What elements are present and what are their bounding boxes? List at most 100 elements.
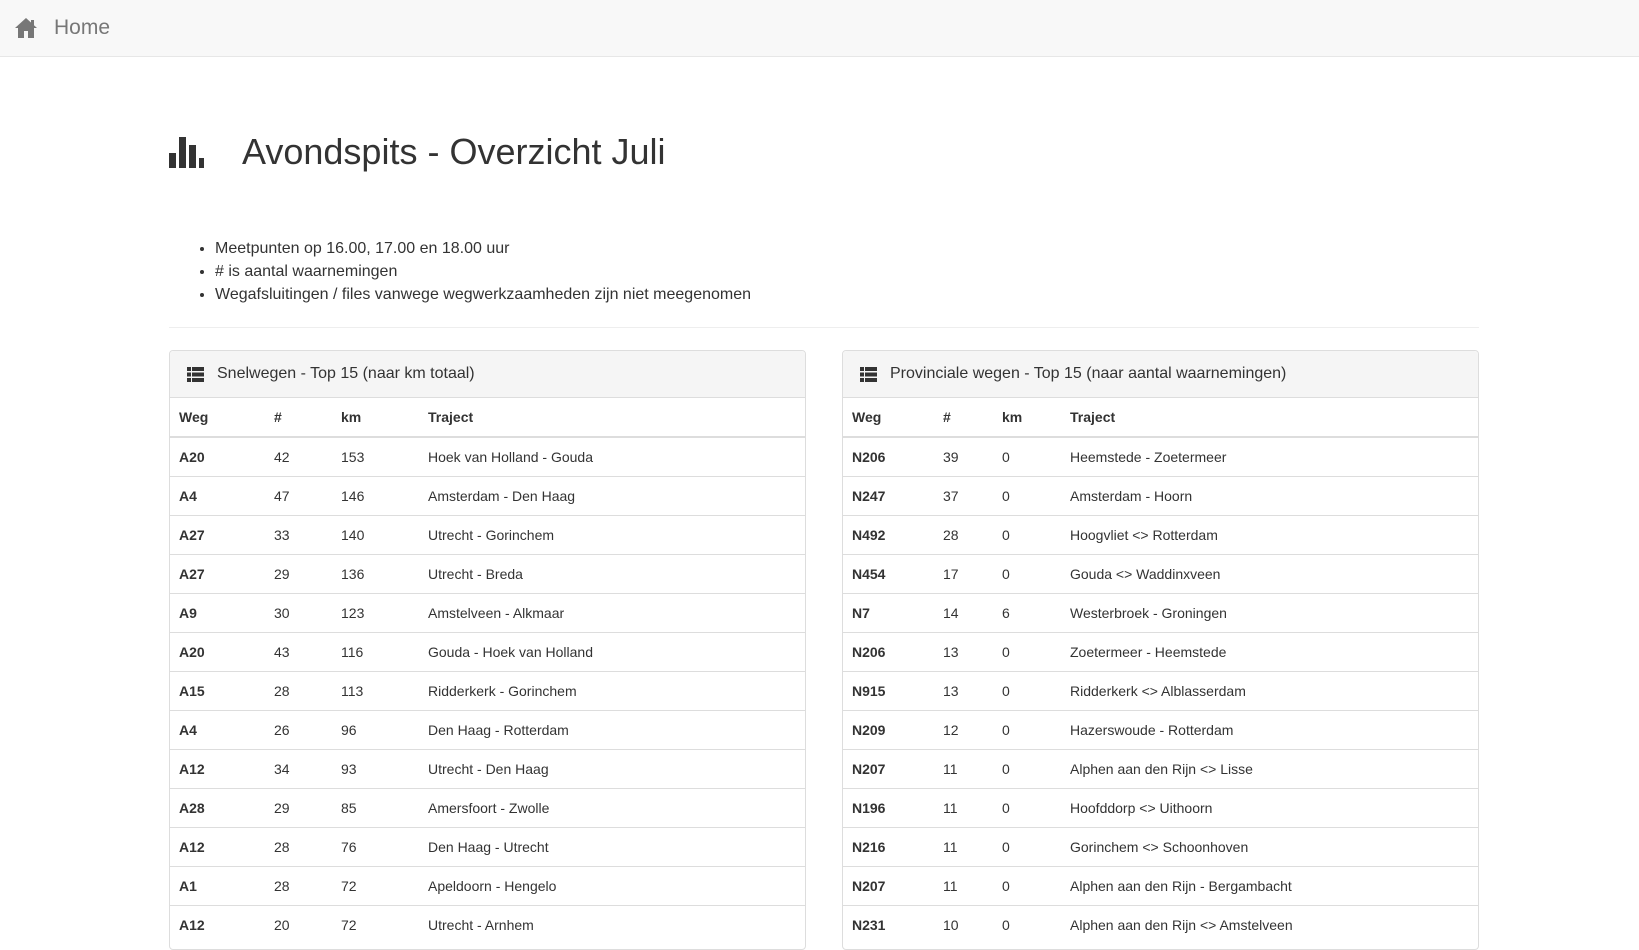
bar-chart-icon [169,135,204,170]
cell-km: 0 [993,866,1061,906]
cell-weg: A15 [170,671,265,711]
cell-km: 85 [332,788,419,828]
provinciale-table: Weg # km Traject N206 39 0 Heemstede - Zoet… [843,398,1478,944]
cell-count: 37 [934,476,993,516]
cell-count: 28 [934,515,993,555]
cell-traject: Utrecht - Breda [419,554,805,594]
cell-km: 72 [332,905,419,944]
table-row: N216 11 0 Gorinchem <> Schoonhoven [843,827,1478,867]
cell-traject: Amsterdam - Hoorn [1061,476,1478,516]
cell-traject: Hoofddorp <> Uithoorn [1061,788,1478,828]
cell-km: 0 [993,827,1061,867]
cell-km: 113 [332,671,419,711]
cell-traject: Gouda - Hoek van Holland [419,632,805,672]
cell-km: 0 [993,632,1061,672]
cell-km: 0 [993,788,1061,828]
cell-weg: N247 [843,476,934,516]
cell-count: 47 [265,476,332,516]
panel-title: Provinciale wegen - Top 15 (naar aantal … [890,365,1287,382]
home-icon [14,17,38,39]
cell-weg: A12 [170,827,265,867]
table-row: N915 13 0 Ridderkerk <> Alblasserdam [843,671,1478,711]
column-header-weg: Weg [843,398,934,438]
cell-count: 11 [934,827,993,867]
home-link[interactable]: Home [14,16,110,40]
main-container: Avondspits - Overzicht Juli Meetpunten o… [169,57,1479,950]
table-row: N492 28 0 Hoogvliet <> Rotterdam [843,515,1478,555]
cell-count: 29 [265,554,332,594]
column-header-km: km [993,398,1061,438]
table-row: N231 10 0 Alphen aan den Rijn <> Amstelveen [843,905,1478,944]
cell-weg: A12 [170,905,265,944]
column-header-weg: Weg [170,398,265,438]
cell-weg: A4 [170,476,265,516]
panels-row: Snelwegen - Top 15 (naar km totaal) Weg … [169,350,1479,950]
cell-traject: Heemstede - Zoetermeer [1061,436,1478,477]
table-row: A12 34 93 Utrecht - Den Haag [170,749,805,789]
cell-traject: Alphen aan den Rijn <> Lisse [1061,749,1478,789]
table-header-row: Weg # km Traject [170,398,805,438]
cell-count: 12 [934,710,993,750]
cell-weg: A20 [170,436,265,477]
table-row: N247 37 0 Amsterdam - Hoorn [843,476,1478,516]
cell-count: 14 [934,593,993,633]
column-header-count: # [934,398,993,438]
provinciale-table-body: N206 39 0 Heemstede - Zoetermeer N247 37 0 Amst… [843,436,1478,944]
cell-count: 17 [934,554,993,594]
cell-traject: Hoek van Holland - Gouda [419,436,805,477]
cell-weg: N231 [843,905,934,944]
cell-count: 11 [934,749,993,789]
cell-traject: Hoogvliet <> Rotterdam [1061,515,1478,555]
table-row: A28 29 85 Amersfoort - Zwolle [170,788,805,828]
cell-weg: N206 [843,632,934,672]
panel-heading: Snelwegen - Top 15 (naar km totaal) [170,351,805,398]
cell-km: 0 [993,515,1061,555]
note-item: Wegafsluitingen / files vanwege wegwerkz… [215,283,1479,306]
cell-weg: A1 [170,866,265,906]
cell-km: 0 [993,905,1061,944]
cell-weg: N207 [843,749,934,789]
cell-km: 0 [993,436,1061,477]
cell-traject: Utrecht - Arnhem [419,905,805,944]
note-item: # is aantal waarnemingen [215,260,1479,283]
cell-count: 28 [265,866,332,906]
cell-weg: N207 [843,866,934,906]
cell-km: 146 [332,476,419,516]
table-row: N206 39 0 Heemstede - Zoetermeer [843,436,1478,477]
cell-weg: A9 [170,593,265,633]
cell-count: 29 [265,788,332,828]
table-row: N207 11 0 Alphen aan den Rijn - Bergambacht [843,866,1478,906]
cell-count: 43 [265,632,332,672]
cell-traject: Ridderkerk - Gorinchem [419,671,805,711]
cell-km: 116 [332,632,419,672]
cell-km: 6 [993,593,1061,633]
cell-traject: Amersfoort - Zwolle [419,788,805,828]
cell-count: 28 [265,671,332,711]
cell-weg: A27 [170,515,265,555]
cell-weg: N206 [843,436,934,477]
table-row: A12 20 72 Utrecht - Arnhem [170,905,805,944]
note-item: Meetpunten op 16.00, 17.00 en 18.00 uur [215,237,1479,260]
table-row: N454 17 0 Gouda <> Waddinxveen [843,554,1478,594]
cell-count: 13 [934,632,993,672]
cell-count: 34 [265,749,332,789]
cell-weg: N209 [843,710,934,750]
table-row: N7 14 6 Westerbroek - Groningen [843,593,1478,633]
cell-weg: N492 [843,515,934,555]
cell-traject: Den Haag - Utrecht [419,827,805,867]
home-label: Home [54,16,111,39]
cell-km: 96 [332,710,419,750]
cell-weg: A28 [170,788,265,828]
table-row: N196 11 0 Hoofddorp <> Uithoorn [843,788,1478,828]
cell-count: 42 [265,436,332,477]
cell-traject: Westerbroek - Groningen [1061,593,1478,633]
cell-traject: Alphen aan den Rijn <> Amstelveen [1061,905,1478,944]
table-row: A4 26 96 Den Haag - Rotterdam [170,710,805,750]
cell-count: 11 [934,788,993,828]
cell-km: 0 [993,749,1061,789]
snelwegen-table-body: A20 42 153 Hoek van Holland - Gouda A4 47 146 A… [170,436,805,944]
cell-count: 39 [934,436,993,477]
cell-weg: N196 [843,788,934,828]
cell-km: 76 [332,827,419,867]
table-row: A27 29 136 Utrecht - Breda [170,554,805,594]
